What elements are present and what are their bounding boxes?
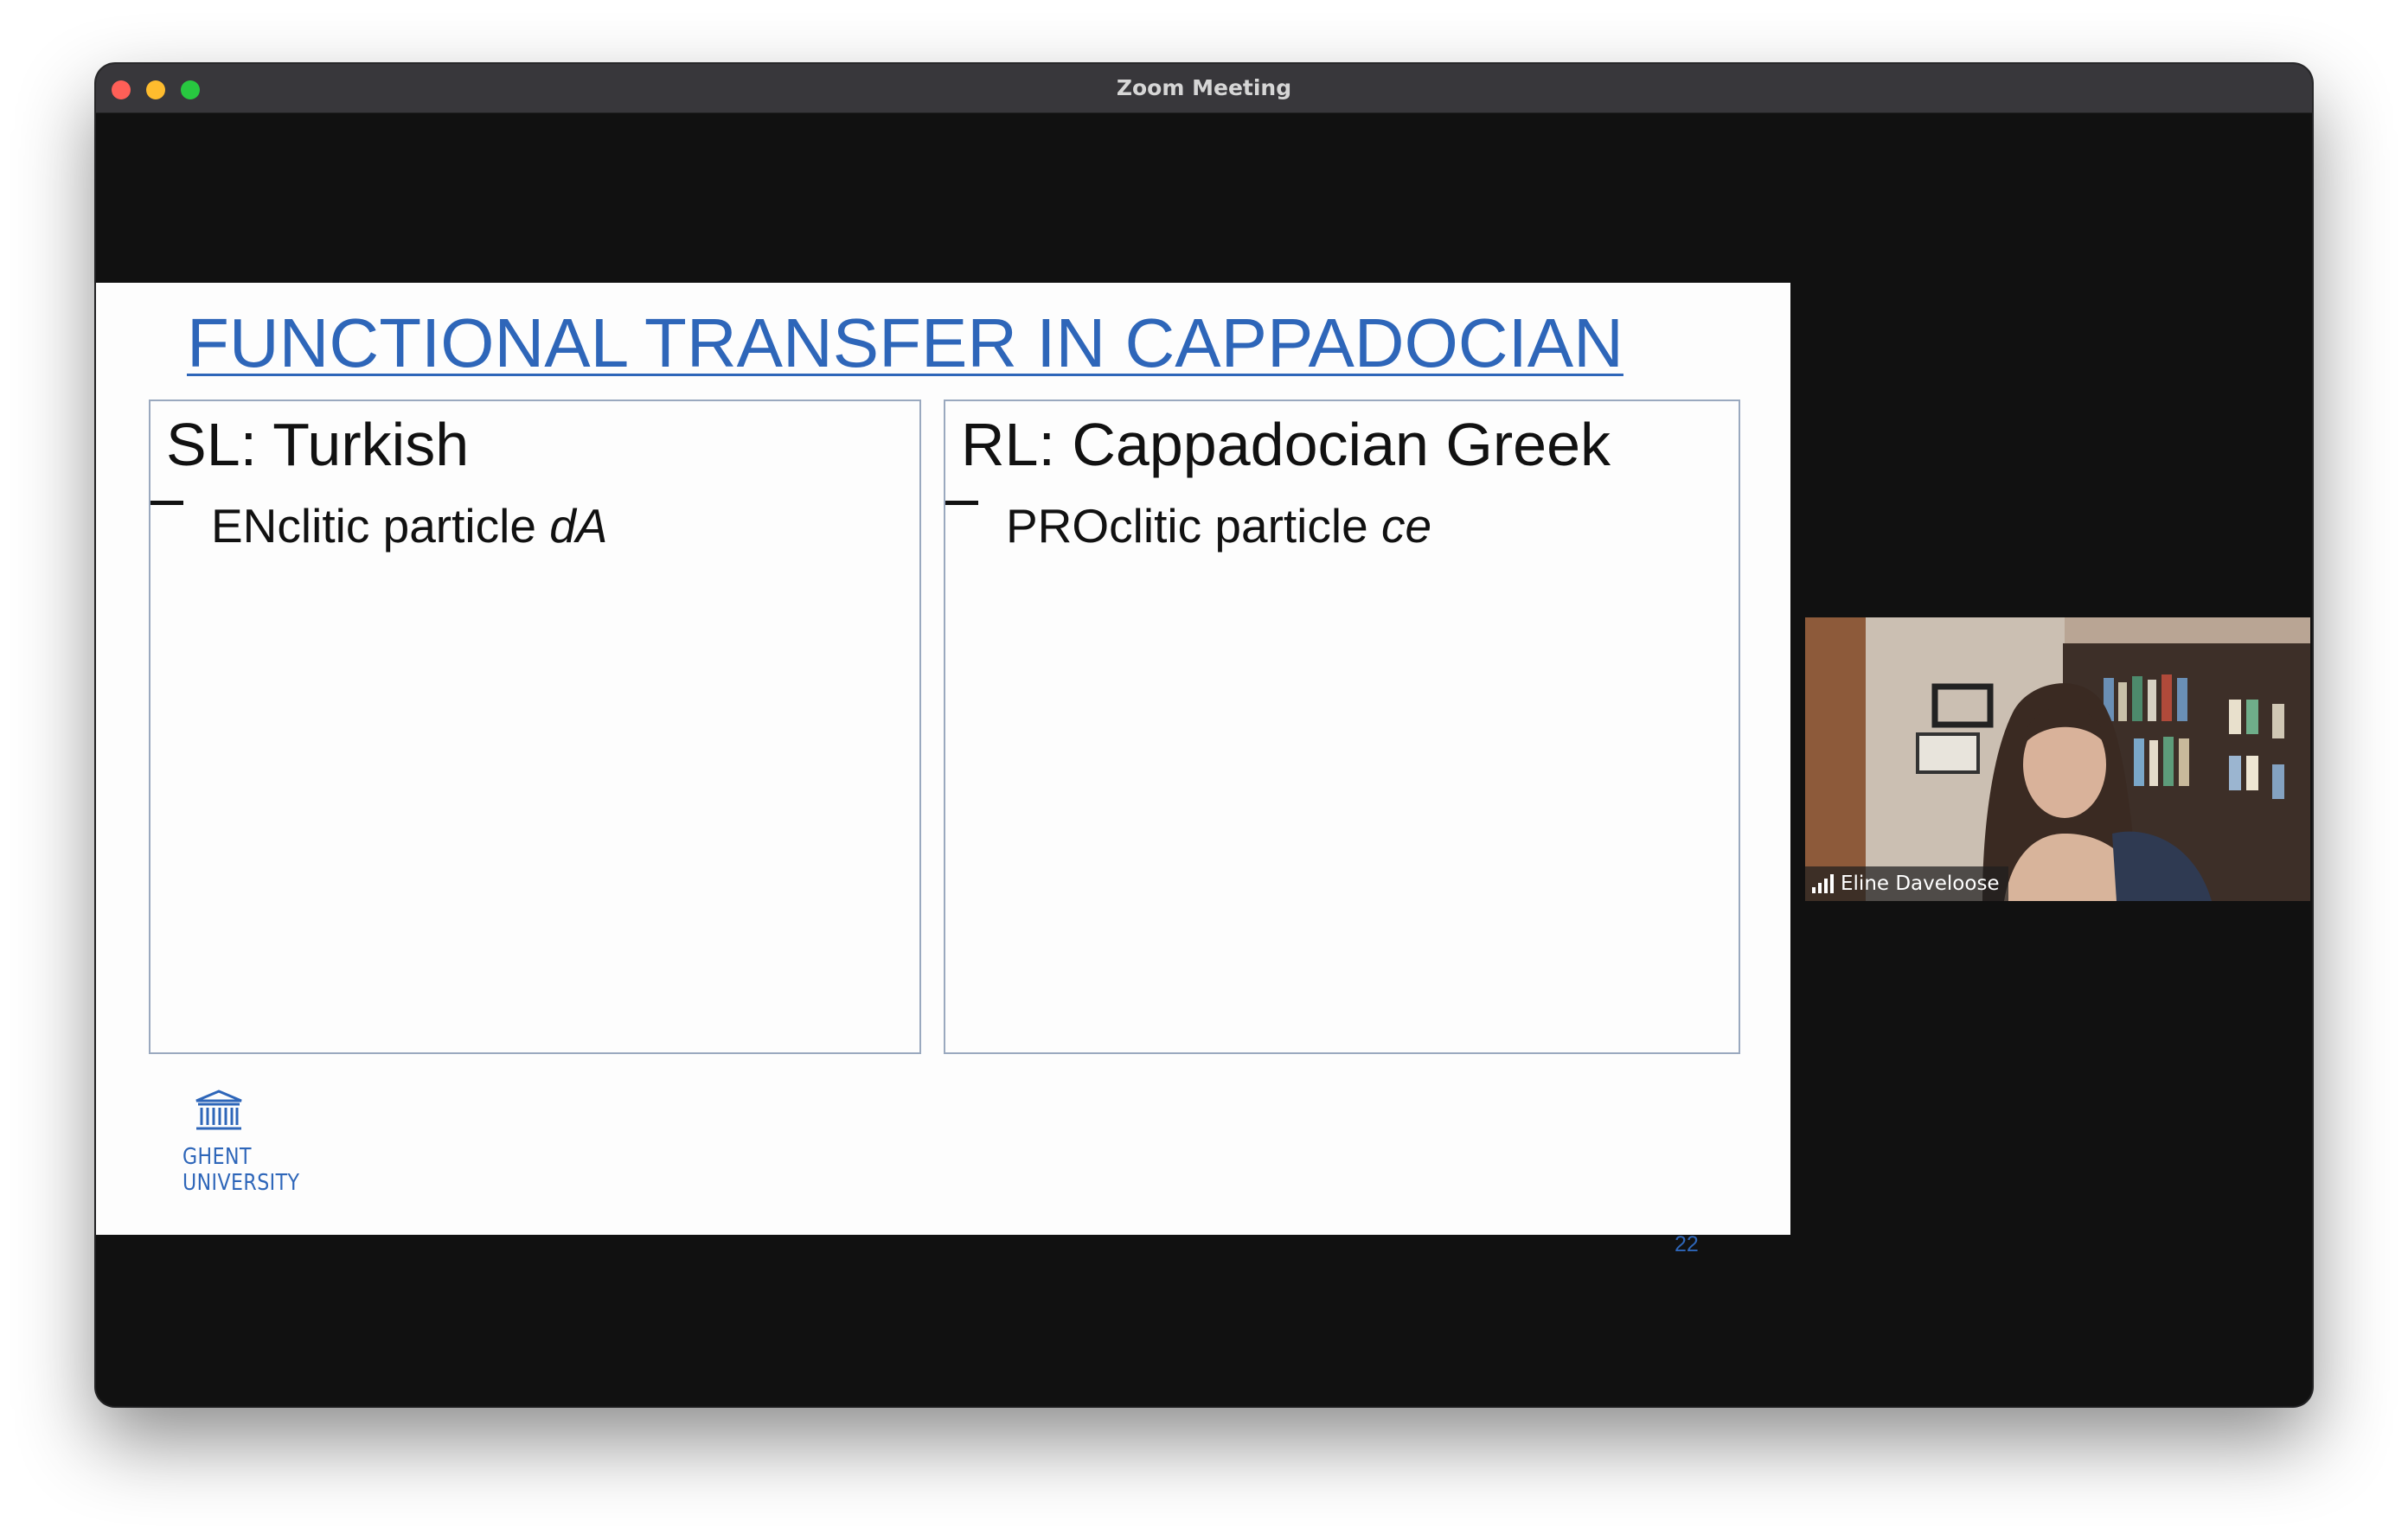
slide-page-number: 22 bbox=[1675, 1232, 1699, 1256]
source-language-panel: SL: Turkish ENclitic particle dA bbox=[149, 399, 921, 1054]
university-building-icon bbox=[195, 1090, 242, 1130]
participant-name-tag: Eline Daveloose bbox=[1805, 866, 2008, 901]
zoom-window: Zoom Meeting FUNCTIONAL TRANSFER IN CAPP… bbox=[96, 64, 2312, 1406]
panel-heading: RL: Cappadocian Greek bbox=[961, 411, 1611, 478]
bullet-dash bbox=[150, 501, 183, 505]
logo-line-1: GHENT bbox=[183, 1144, 252, 1170]
bullet-italic-term: dA bbox=[549, 499, 608, 553]
ghent-university-logo: GHENT UNIVERSITY bbox=[183, 1089, 321, 1197]
signal-strength-icon bbox=[1812, 874, 1834, 893]
title-bar[interactable]: Zoom Meeting bbox=[96, 64, 2312, 113]
bullet-item: PROclitic particle ce bbox=[1006, 498, 1431, 553]
shared-slide: FUNCTIONAL TRANSFER IN CAPPADOCIAN SL: T… bbox=[96, 283, 1790, 1256]
bullet-text: PROclitic particle bbox=[1006, 499, 1381, 553]
participant-name: Eline Daveloose bbox=[1841, 872, 2000, 895]
bullet-item: ENclitic particle dA bbox=[211, 498, 608, 553]
bullet-italic-term: ce bbox=[1380, 499, 1432, 553]
logo-text: GHENT UNIVERSITY bbox=[183, 1144, 299, 1196]
logo-line-2: UNIVERSITY bbox=[183, 1170, 300, 1196]
slide-title: FUNCTIONAL TRANSFER IN CAPPADOCIAN bbox=[187, 304, 1623, 381]
bullet-text: ENclitic particle bbox=[211, 499, 550, 553]
participant-video-feed bbox=[1805, 617, 2310, 901]
bullet-dash bbox=[945, 501, 978, 505]
participant-video-tile[interactable]: Eline Daveloose bbox=[1805, 617, 2310, 901]
recipient-language-panel: RL: Cappadocian Greek PROclitic particle… bbox=[944, 399, 1740, 1054]
panel-heading: SL: Turkish bbox=[166, 411, 470, 478]
window-title: Zoom Meeting bbox=[1116, 75, 1292, 100]
